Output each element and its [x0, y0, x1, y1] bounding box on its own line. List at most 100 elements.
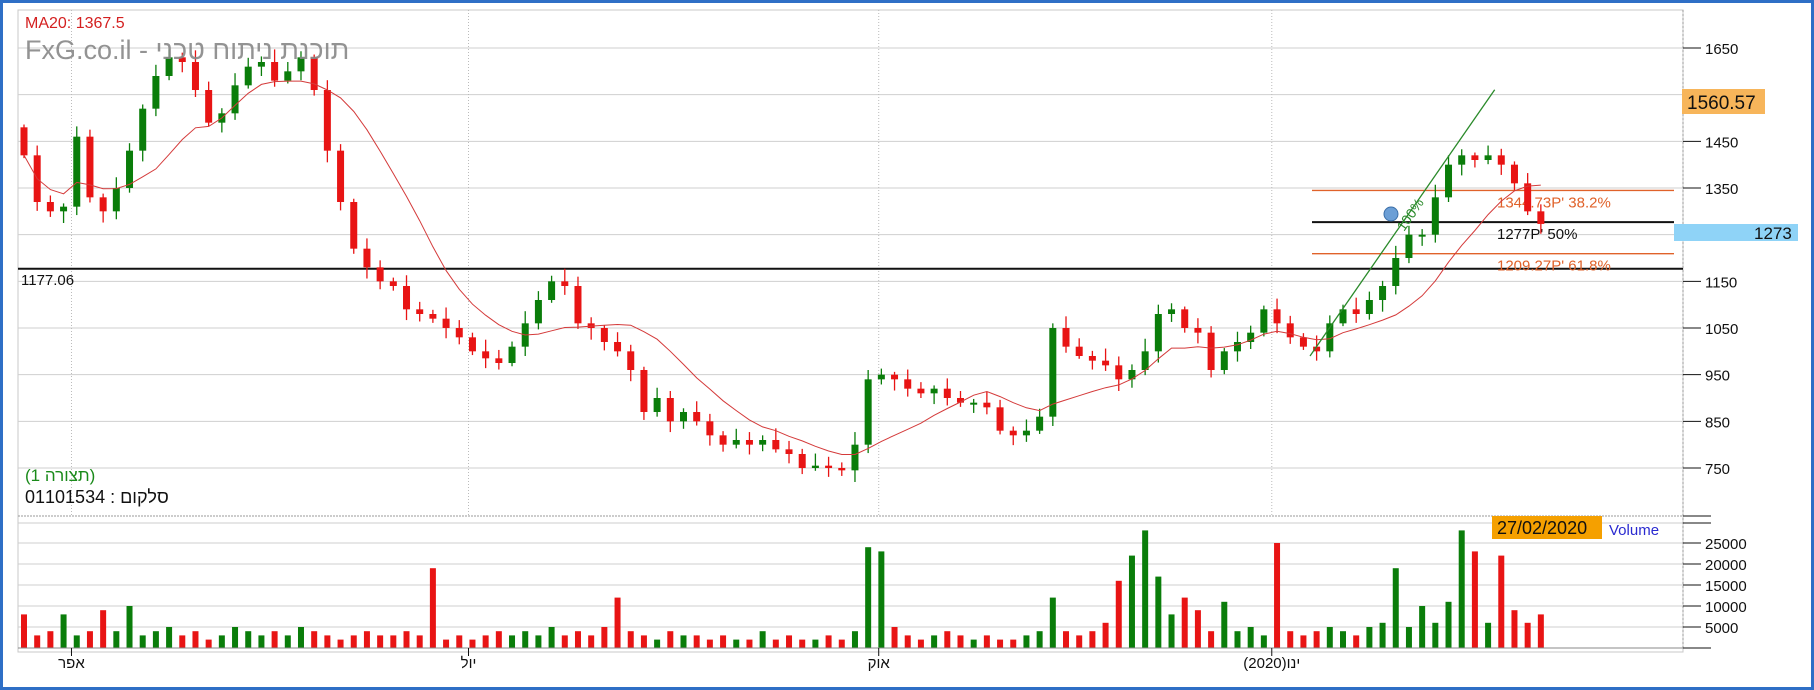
price-tick-label: 1350	[1705, 181, 1738, 198]
candle-up	[112, 188, 120, 212]
volume-bar	[1208, 631, 1215, 648]
candle-down	[1286, 323, 1294, 338]
candle-up	[1365, 300, 1373, 315]
volume-bar	[218, 635, 225, 648]
volume-bar	[1247, 627, 1254, 648]
volume-bar	[1115, 580, 1122, 648]
fib-level-label: 1277P' 50%	[1497, 226, 1577, 243]
candle-down	[1273, 309, 1281, 324]
candle-down	[825, 465, 833, 469]
candle-up	[152, 76, 160, 109]
info-marker-icon[interactable]	[1383, 206, 1399, 222]
volume-bar	[271, 631, 278, 648]
volume-bar	[891, 627, 898, 648]
volume-bar	[1300, 635, 1307, 648]
volume-bar	[720, 635, 727, 648]
candle-down	[46, 202, 54, 212]
candle-down	[983, 402, 991, 408]
grid-lines	[17, 9, 1684, 653]
candle-down	[191, 62, 199, 91]
candle-down	[1102, 360, 1110, 366]
price-tick-label: 850	[1705, 414, 1730, 431]
watermark-title: FxG.co.il - תוכנת ניתוח טכני	[25, 35, 349, 65]
volume-bar	[983, 635, 990, 648]
volume-bar	[931, 635, 938, 648]
volume-bar	[284, 635, 291, 648]
volume-bar	[1155, 576, 1162, 648]
volume-bar	[522, 631, 529, 648]
volume-bar	[100, 610, 107, 648]
stock-chart[interactable]: 1344.73P' 38.2% 1277P' 50% 1209.27P' 61.8%…	[3, 3, 1811, 687]
volume-bar	[429, 568, 436, 648]
volume-bar	[1142, 530, 1149, 648]
candle-down	[1194, 328, 1202, 333]
volume-bar	[311, 631, 318, 648]
candle-down	[614, 342, 622, 352]
volume-bar	[1023, 635, 1030, 648]
volume-bar	[232, 627, 239, 648]
candle-down	[600, 328, 608, 343]
volume-bar	[1287, 631, 1294, 648]
volume-bar	[1405, 627, 1412, 648]
volume-tick-label: 10000	[1705, 599, 1747, 616]
candle-down	[666, 398, 674, 422]
volume-bar	[1432, 622, 1439, 648]
volume-bar	[878, 551, 885, 648]
fib-level-label: 1344.73P' 38.2%	[1497, 194, 1611, 211]
month-label: ינו(2020)	[1243, 655, 1300, 672]
volume-bar	[86, 631, 93, 648]
candle-up	[1022, 430, 1030, 436]
month-label: יול	[461, 655, 477, 672]
candle-down	[1537, 211, 1545, 224]
candle-down	[99, 197, 107, 212]
volume-bar	[944, 631, 951, 648]
candle-up	[1233, 342, 1241, 352]
candle-down	[838, 468, 846, 471]
volume-bar	[1445, 601, 1452, 648]
volume-bar	[324, 635, 331, 648]
volume-bar	[205, 639, 212, 648]
candle-down	[482, 351, 490, 359]
symbol-label: סלקום : 01101534	[25, 487, 169, 507]
fib-level-label: 1209.27P' 61.8%	[1497, 258, 1611, 275]
volume-bar	[574, 631, 581, 648]
candle-down	[403, 286, 411, 310]
candle-down	[561, 281, 569, 287]
candle-down	[1062, 328, 1070, 347]
volume-bar	[1221, 601, 1228, 648]
volume-bar	[509, 635, 516, 648]
volume-bar	[1340, 631, 1346, 648]
candle-down	[719, 435, 727, 445]
volume-tick-label: 15000	[1705, 578, 1747, 595]
candle-up	[73, 136, 81, 207]
candle-down	[891, 374, 899, 380]
candle-down	[86, 136, 94, 198]
price-tick-label: 1050	[1705, 321, 1738, 338]
volume-bar	[561, 635, 568, 648]
volume-bar	[113, 631, 120, 648]
volume-bar	[746, 639, 753, 648]
candle-down	[323, 90, 331, 151]
candle-up	[1431, 197, 1439, 235]
volume-bar	[1524, 622, 1531, 648]
volume-bar	[1181, 597, 1188, 648]
volume-bar	[1419, 606, 1426, 648]
volume-bar	[1128, 555, 1135, 648]
volume-bar	[535, 635, 542, 648]
volume-tick-label: 20000	[1705, 557, 1747, 574]
volume-bar	[1511, 610, 1518, 648]
volume-bar	[548, 627, 555, 648]
candle-down	[468, 337, 476, 352]
candle-down	[1524, 183, 1532, 212]
candle-down	[495, 358, 503, 364]
volume-bar	[1076, 635, 1083, 648]
volume-bar	[1036, 631, 1043, 648]
volume-bar	[1458, 530, 1465, 648]
volume-bar	[1392, 568, 1399, 648]
volume-tick-label: 5000	[1705, 620, 1738, 637]
candle-up	[811, 465, 819, 469]
cursor-date-value: 27/02/2020	[1497, 518, 1587, 538]
candle-up	[1036, 416, 1044, 431]
candle-down	[706, 421, 714, 436]
volume-bar	[693, 635, 700, 648]
